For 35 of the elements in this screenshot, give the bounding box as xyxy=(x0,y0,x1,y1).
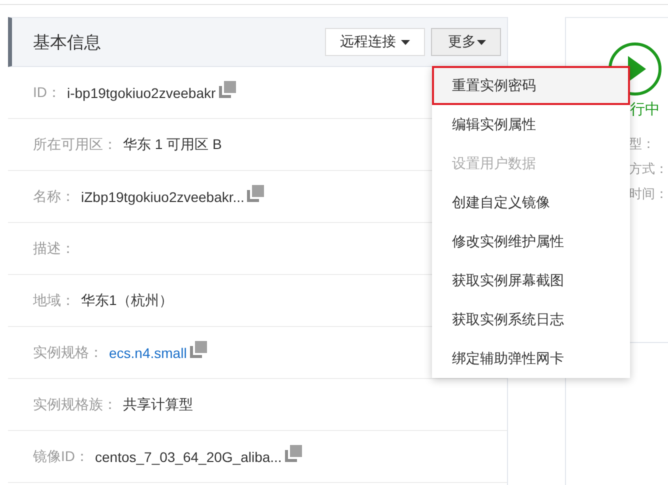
status-label: 方式： xyxy=(629,160,668,178)
field-value: 共享计算型 xyxy=(123,396,193,414)
field-label: 实例规格族： xyxy=(33,396,117,414)
field-label: 地域： xyxy=(33,292,75,310)
menu-item[interactable]: 绑定辅助弹性网卡 xyxy=(432,339,630,378)
field-label: 描述： xyxy=(33,240,75,258)
status-text: 行中 xyxy=(630,100,661,119)
field-value: 华东 1 可用区 B xyxy=(123,136,222,154)
dropdown-button[interactable]: 更多 xyxy=(431,28,501,56)
field-value: i-bp19tgokiuo2zveebakr xyxy=(67,84,216,100)
field-link[interactable]: ecs.n4.small xyxy=(109,344,187,360)
copy-icon[interactable] xyxy=(247,185,264,202)
menu-item[interactable]: 修改实例维护属性 xyxy=(432,222,630,261)
menu-item[interactable]: 创建自定义镜像 xyxy=(432,183,630,222)
field-label: 镜像ID： xyxy=(33,448,89,466)
menu-item[interactable]: 获取实例屏幕截图 xyxy=(432,261,630,300)
status-label: 时间： xyxy=(629,185,668,203)
field-value: iZbp19tgokiuo2zveebakr... xyxy=(81,188,244,204)
field-value: 华东1（杭州） xyxy=(81,292,173,310)
copy-icon[interactable] xyxy=(190,341,207,358)
field-label: 名称： xyxy=(33,188,75,206)
status-label: 型： xyxy=(629,135,655,153)
field-label: 所在可用区： xyxy=(33,136,117,154)
menu-item[interactable]: 编辑实例属性 xyxy=(432,105,630,144)
copy-icon[interactable] xyxy=(218,81,236,98)
field-label: 实例规格： xyxy=(33,344,103,362)
caret-icon xyxy=(401,40,410,44)
caret-icon xyxy=(477,40,486,44)
field-value: centos_7_03_64_20G_aliba... xyxy=(95,448,282,464)
menu-item[interactable]: 重置实例密码 xyxy=(432,66,630,105)
copy-icon[interactable] xyxy=(284,445,302,462)
dropdown-button[interactable]: 远程连接 xyxy=(325,28,425,56)
panel-title: 基本信息 xyxy=(33,32,102,54)
field-label: ID： xyxy=(33,84,61,102)
menu-item[interactable]: 获取实例系统日志 xyxy=(432,300,630,339)
